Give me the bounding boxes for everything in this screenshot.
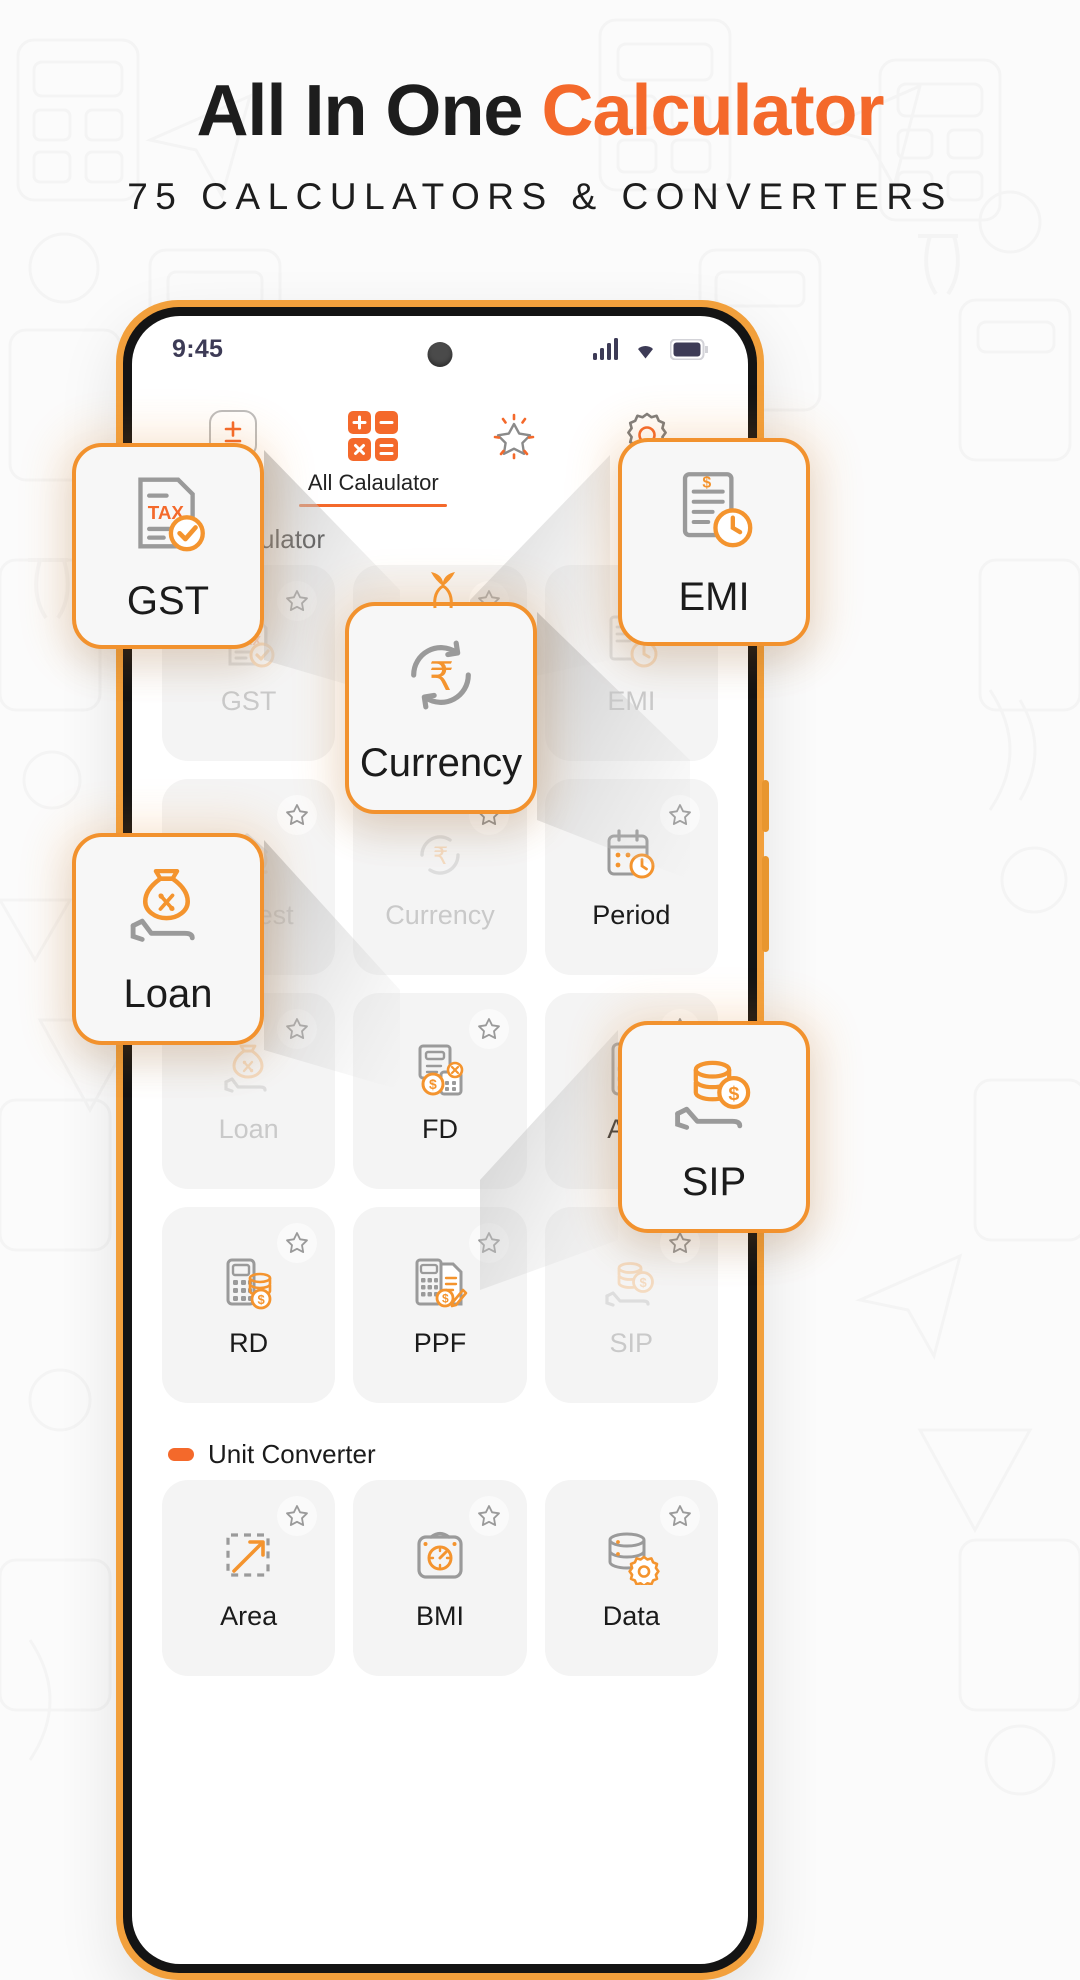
highlight-card-label: Loan [123,971,213,1016]
tax-document-icon: TAX [124,469,212,557]
highlight-card-gst[interactable]: TAX GST [72,443,264,649]
bmi-scale-icon [409,1525,471,1587]
favorite-star-icon[interactable] [277,1223,318,1263]
status-bar: 9:45 [132,316,748,382]
money-bag-hand-icon [218,1038,280,1100]
hero-header: All In One Calculator 75 CALCULATORS & C… [0,71,1080,218]
favorite-star-icon[interactable] [277,1496,318,1536]
svg-text:$: $ [257,1292,265,1307]
tile-label: Area [220,1600,278,1631]
area-arrow-icon [218,1525,280,1587]
favorite-star-icon[interactable] [277,1009,318,1049]
svg-text:$: $ [702,474,711,491]
emi-clock-icon: $ [670,465,758,553]
money-bag-hand-icon [124,862,212,950]
favorite-star-icon[interactable] [277,795,318,835]
svg-text:₹: ₹ [429,655,454,699]
wifi-icon [638,346,653,359]
tile-rd[interactable]: $ RD [162,1207,336,1403]
tile-fd[interactable]: $ FD [353,993,527,1189]
sip-coins-hand-icon: $ [600,1252,662,1314]
section-marker [168,1448,194,1461]
svg-text:$: $ [640,1275,648,1290]
highlight-card-sip[interactable]: $ SIP [618,1021,810,1233]
highlight-card-label: EMI [678,574,750,619]
nav-tab-label: All Calaulator [307,470,439,495]
favorite-star-icon[interactable] [468,1009,509,1049]
tile-label: FD [421,1113,458,1144]
tile-ppf[interactable]: $ PPF [353,1207,527,1403]
sip-coins-hand-icon: $ [670,1050,758,1138]
signal-icon [593,338,618,360]
currency-card-bag-tie-icon [431,572,455,609]
tile-label: GST [220,685,277,716]
calculator-icon [348,411,399,461]
tile-label: Data [602,1600,660,1631]
highlight-card-label: GST [126,578,210,623]
tile-sip[interactable]: $ SIP [544,1207,718,1403]
tile-label: Period [592,899,671,930]
tile-label: BMI [415,1600,464,1631]
status-time: 9:45 [172,334,224,363]
tile-period[interactable]: Period [544,779,718,975]
highlight-card-emi[interactable]: $ EMI [618,438,810,646]
favorite-star-icon[interactable] [468,1496,509,1536]
phone-power-button[interactable] [762,780,769,832]
page-subtitle: 75 CALCULATORS & CONVERTERS [127,175,953,217]
calendar-clock-icon [600,824,662,886]
highlight-card-label: Currency [359,740,523,785]
section-title: Unit Converter [208,1439,376,1469]
section-header-unit-converter: Unit Converter [132,1403,748,1480]
page-title: All In One Calculator [0,71,1080,151]
battery-icon [670,339,708,360]
currency-refresh-icon: ₹ [409,824,471,886]
nav-item-favorites[interactable] [447,410,580,464]
currency-refresh-icon: ₹ [397,631,485,719]
highlight-card-loan[interactable]: Loan [72,833,264,1045]
rd-coins-icon: $ [218,1252,280,1314]
camera-notch [427,342,453,367]
favorite-star-icon[interactable] [659,795,700,835]
tile-label: SIP [609,1327,654,1358]
svg-text:₹: ₹ [433,843,448,870]
tile-label: RD [229,1327,269,1358]
phone-volume-button[interactable] [762,856,769,952]
favorite-star-icon[interactable] [277,581,318,621]
nav-item-all-calculator[interactable]: All Calaulator [299,410,448,507]
star-sparkle-icon [493,413,535,460]
svg-text:$: $ [728,1083,739,1105]
tile-label: PPF [413,1327,467,1358]
svg-text:$: $ [442,1291,449,1305]
ppf-document-icon: $ [409,1252,471,1314]
favorite-star-icon[interactable] [659,1496,700,1536]
page-title-accent: Calculator [541,71,884,151]
fd-calculator-icon: $ [409,1038,471,1100]
tile-area[interactable]: Area [162,1480,336,1676]
tile-label: EMI [607,685,656,716]
tile-label: Loan [218,1113,279,1144]
status-icons [593,338,708,360]
tile-label: Currency [385,899,495,930]
highlight-card-currency[interactable]: ₹ Currency [345,602,537,814]
nav-active-indicator [299,504,448,507]
database-gear-icon [600,1525,662,1587]
unit-converter-grid: Area BMI Data [132,1480,748,1676]
svg-text:$: $ [429,1076,437,1092]
favorite-star-icon[interactable] [468,1223,509,1263]
page-title-primary: All In One [196,71,542,151]
tile-bmi[interactable]: BMI [353,1480,527,1676]
tile-data[interactable]: Data [544,1480,718,1676]
highlight-card-label: SIP [681,1159,747,1204]
